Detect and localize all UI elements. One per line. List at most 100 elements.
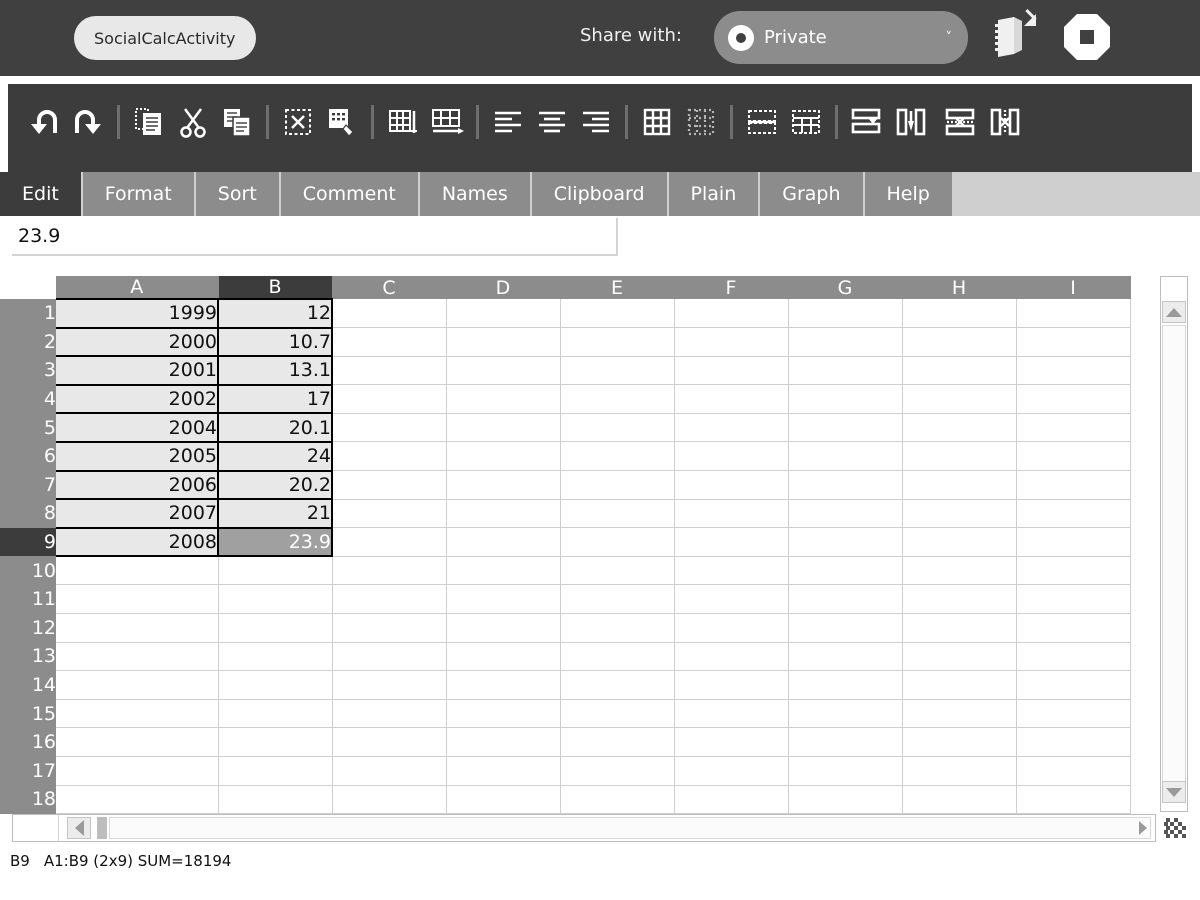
no-borders-icon[interactable] bbox=[679, 100, 723, 144]
cell-B17[interactable] bbox=[218, 756, 333, 786]
column-header-B[interactable]: B bbox=[218, 276, 333, 299]
cell-A17[interactable] bbox=[56, 756, 219, 786]
cell-E6[interactable] bbox=[560, 441, 675, 472]
cell-B18[interactable] bbox=[218, 785, 333, 815]
cell-C16[interactable] bbox=[332, 727, 447, 757]
cell-G16[interactable] bbox=[788, 727, 903, 757]
scroll-left-button[interactable] bbox=[67, 817, 91, 839]
cell-C7[interactable] bbox=[332, 470, 447, 500]
cell-D12[interactable] bbox=[446, 613, 561, 643]
row-header-6[interactable]: 6 bbox=[0, 441, 56, 471]
cell-F12[interactable] bbox=[674, 613, 789, 643]
scroll-up-button[interactable] bbox=[1162, 301, 1186, 323]
cell-D1[interactable] bbox=[446, 299, 561, 329]
cell-E3[interactable] bbox=[560, 356, 675, 386]
cell-E13[interactable] bbox=[560, 642, 675, 672]
row-header-11[interactable]: 11 bbox=[0, 584, 56, 614]
cell-E14[interactable] bbox=[560, 670, 675, 700]
cell-G11[interactable] bbox=[788, 584, 903, 615]
cell-B4[interactable]: 17 bbox=[218, 383, 333, 415]
column-header-G[interactable]: G bbox=[788, 276, 903, 299]
cell-B6[interactable]: 24 bbox=[218, 440, 333, 472]
align-left-icon[interactable] bbox=[486, 100, 530, 144]
cell-C3[interactable] bbox=[332, 356, 447, 386]
cell-I13[interactable] bbox=[1016, 642, 1131, 672]
cell-H10[interactable] bbox=[902, 556, 1017, 586]
row-header-14[interactable]: 14 bbox=[0, 670, 56, 700]
tab-edit[interactable]: Edit bbox=[0, 172, 83, 216]
cell-F13[interactable] bbox=[674, 642, 789, 672]
paste-format-icon[interactable] bbox=[320, 100, 364, 144]
cell-H15[interactable] bbox=[902, 699, 1017, 729]
column-header-I[interactable]: I bbox=[1016, 276, 1131, 299]
cell-D5[interactable] bbox=[446, 413, 561, 443]
cell-C4[interactable] bbox=[332, 384, 447, 414]
cell-I16[interactable] bbox=[1016, 727, 1131, 757]
cell-F3[interactable] bbox=[674, 356, 789, 386]
cell-G7[interactable] bbox=[788, 470, 903, 500]
scroll-down-button[interactable] bbox=[1162, 781, 1186, 803]
cell-F15[interactable] bbox=[674, 699, 789, 729]
cell-B15[interactable] bbox=[218, 699, 333, 729]
horizontal-scroll-track[interactable] bbox=[109, 817, 1151, 839]
cell-G13[interactable] bbox=[788, 642, 903, 672]
undo-icon[interactable] bbox=[22, 100, 66, 144]
cell-C13[interactable] bbox=[332, 642, 447, 672]
cell-C9[interactable] bbox=[332, 527, 447, 557]
cell-A18[interactable] bbox=[56, 785, 219, 815]
cell-H8[interactable] bbox=[902, 499, 1017, 529]
cell-D7[interactable] bbox=[446, 470, 561, 500]
cell-A14[interactable] bbox=[56, 670, 219, 700]
cell-F8[interactable] bbox=[674, 499, 789, 529]
tab-names[interactable]: Names bbox=[419, 172, 532, 216]
column-header-F[interactable]: F bbox=[674, 276, 789, 299]
cell-D13[interactable] bbox=[446, 642, 561, 672]
cell-G4[interactable] bbox=[788, 384, 903, 414]
tab-plain[interactable]: Plain bbox=[668, 172, 761, 216]
row-header-1[interactable]: 1 bbox=[0, 299, 56, 328]
cell-I4[interactable] bbox=[1016, 384, 1131, 414]
cell-C17[interactable] bbox=[332, 756, 447, 786]
cell-A6[interactable]: 2005 bbox=[56, 440, 219, 472]
cell-D2[interactable] bbox=[446, 327, 561, 357]
cell-A16[interactable] bbox=[56, 727, 219, 757]
vertical-scroll-track[interactable] bbox=[1162, 325, 1186, 789]
cell-B14[interactable] bbox=[218, 670, 333, 700]
tab-format[interactable]: Format bbox=[82, 172, 196, 216]
cell-C18[interactable] bbox=[332, 785, 447, 815]
cell-A5[interactable]: 2004 bbox=[56, 412, 219, 443]
split-cells-icon[interactable] bbox=[784, 100, 828, 144]
cell-D18[interactable] bbox=[446, 785, 561, 815]
cell-G6[interactable] bbox=[788, 441, 903, 472]
cell-I5[interactable] bbox=[1016, 413, 1131, 443]
cell-H17[interactable] bbox=[902, 756, 1017, 786]
cell-G8[interactable] bbox=[788, 499, 903, 529]
cell-I7[interactable] bbox=[1016, 470, 1131, 500]
insert-row-icon[interactable] bbox=[425, 100, 469, 144]
cell-B10[interactable] bbox=[218, 556, 333, 586]
cell-G17[interactable] bbox=[788, 756, 903, 786]
cell-F1[interactable] bbox=[674, 299, 789, 329]
cell-H16[interactable] bbox=[902, 727, 1017, 757]
cell-D15[interactable] bbox=[446, 699, 561, 729]
cell-B7[interactable]: 20.2 bbox=[218, 469, 333, 501]
cell-H2[interactable] bbox=[902, 327, 1017, 357]
column-header-C[interactable]: C bbox=[332, 276, 447, 299]
cell-B1[interactable]: 12 bbox=[218, 298, 333, 329]
cell-E10[interactable] bbox=[560, 556, 675, 586]
row-header-7[interactable]: 7 bbox=[0, 470, 56, 500]
share-with-dropdown[interactable]: Private ˅ bbox=[714, 11, 968, 64]
cell-F4[interactable] bbox=[674, 384, 789, 414]
cell-E17[interactable] bbox=[560, 756, 675, 786]
cell-G5[interactable] bbox=[788, 413, 903, 443]
cell-G1[interactable] bbox=[788, 299, 903, 329]
cell-H1[interactable] bbox=[902, 299, 1017, 329]
cell-H3[interactable] bbox=[902, 356, 1017, 386]
cell-C10[interactable] bbox=[332, 556, 447, 586]
cell-F16[interactable] bbox=[674, 727, 789, 757]
cell-H18[interactable] bbox=[902, 785, 1017, 815]
cell-A10[interactable] bbox=[56, 556, 219, 586]
clear-cells-icon[interactable] bbox=[276, 100, 320, 144]
align-center-icon[interactable] bbox=[530, 100, 574, 144]
cell-F2[interactable] bbox=[674, 327, 789, 357]
